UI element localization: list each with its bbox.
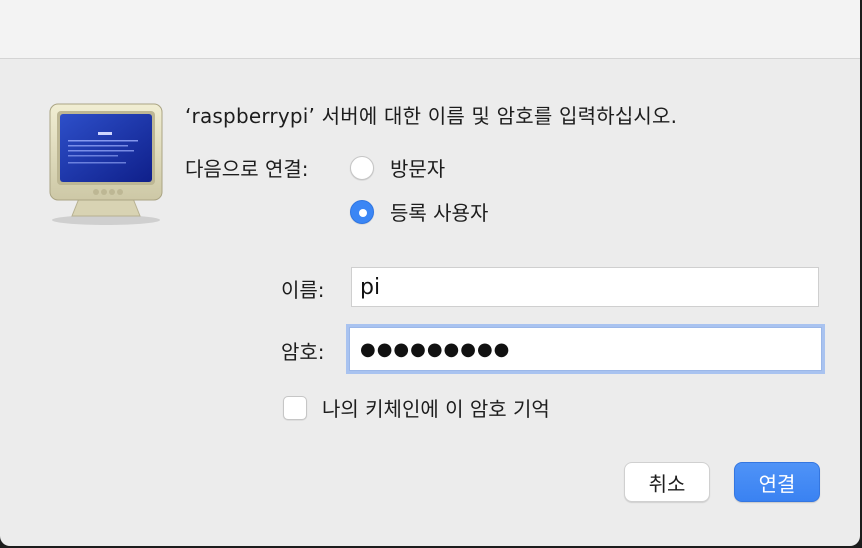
name-label: 이름:: [281, 278, 325, 302]
connect-button[interactable]: 연결: [734, 462, 820, 502]
guest-radio[interactable]: [350, 155, 374, 180]
password-label: 암호:: [281, 340, 325, 364]
remember-password-label[interactable]: 나의 키체인에 이 암호 기억: [322, 393, 550, 422]
monitor-icon: [49, 103, 163, 225]
guest-radio-option[interactable]: 방문자: [350, 153, 445, 182]
connect-as-label: 다음으로 연결:: [185, 157, 309, 181]
cancel-button[interactable]: 취소: [624, 462, 710, 502]
registered-user-radio-option[interactable]: 등록 사용자: [350, 197, 488, 226]
dialog-prompt: ‘raspberrypi’ 서버에 대한 이름 및 암호를 입력하십시오.: [185, 104, 678, 128]
connect-dialog: ‘raspberrypi’ 서버에 대한 이름 및 암호를 입력하십시오. 다음…: [0, 0, 860, 546]
registered-user-radio-label[interactable]: 등록 사용자: [390, 197, 488, 226]
dialog-titlebar: [0, 0, 860, 59]
remember-password-checkbox[interactable]: [283, 395, 307, 420]
remember-password-option[interactable]: 나의 키체인에 이 암호 기억: [283, 393, 550, 422]
registered-user-radio[interactable]: [350, 199, 374, 224]
guest-radio-label[interactable]: 방문자: [390, 153, 445, 182]
password-field[interactable]: ●●●●●●●●●: [349, 327, 822, 371]
name-field[interactable]: pi: [351, 267, 819, 307]
